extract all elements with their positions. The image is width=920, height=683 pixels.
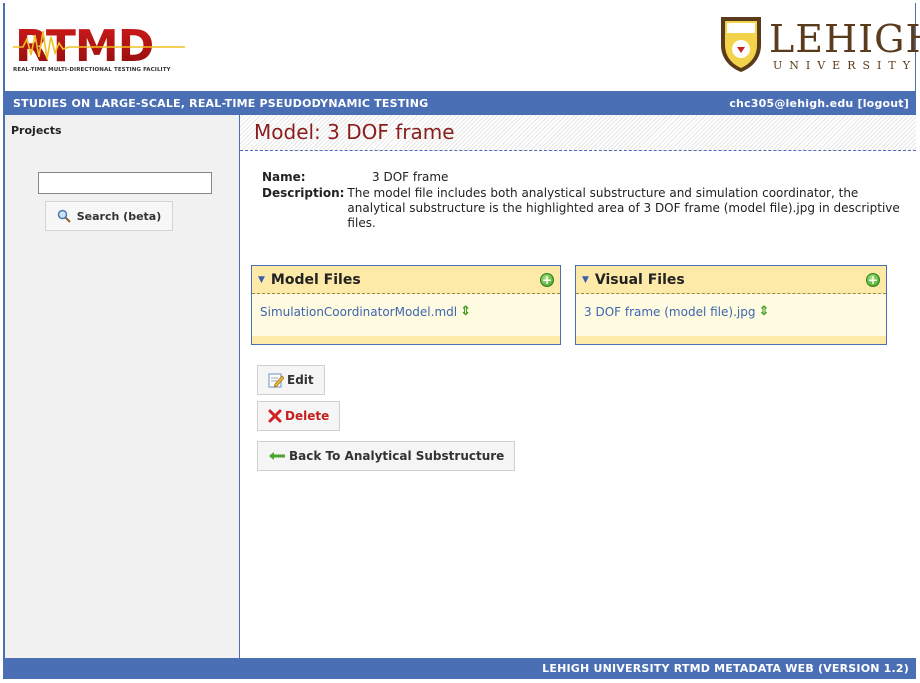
- sidebar: Projects Search (beta): [5, 115, 240, 658]
- reorder-arrows-icon[interactable]: ⇕: [460, 304, 471, 319]
- site-title: STUDIES ON LARGE-SCALE, REAL-TIME PSEUDO…: [13, 96, 429, 110]
- back-arrow-icon: [269, 452, 285, 460]
- search-button-label: Search (beta): [76, 209, 162, 223]
- reorder-arrows-icon[interactable]: ⇕: [758, 304, 769, 319]
- name-label: Name:: [262, 170, 306, 184]
- model-files-title: Model Files: [270, 271, 361, 288]
- visual-files-title: Visual Files: [594, 271, 685, 288]
- lehigh-shield-icon: [721, 17, 761, 72]
- description-label: Description:: [262, 186, 345, 200]
- expand-triangle-icon[interactable]: ▼: [582, 275, 589, 285]
- visual-file-link[interactable]: 3 DOF frame (model file).jpg: [584, 305, 755, 319]
- site-header: RTMD REAL-TIME MULTI-DIRECTIONAL TESTING…: [5, 3, 920, 91]
- add-model-file-icon[interactable]: +: [540, 272, 554, 287]
- delete-x-icon: [268, 409, 282, 423]
- footer-text: LEHIGH UNIVERSITY RTMD METADATA WEB (VER…: [542, 662, 909, 675]
- user-info: chc305@lehigh.edu [logout]: [729, 97, 909, 110]
- top-bar: STUDIES ON LARGE-SCALE, REAL-TIME PSEUDO…: [5, 91, 915, 115]
- rtmd-subtitle: REAL-TIME MULTI-DIRECTIONAL TESTING FACI…: [13, 67, 171, 73]
- name-row: Name: 3 DOF frame: [262, 170, 902, 184]
- name-value: 3 DOF frame: [372, 170, 449, 184]
- visual-files-panel: ▼ Visual Files + 3 DOF frame (model file…: [575, 265, 887, 345]
- lehigh-name: LEHIGH: [769, 17, 920, 61]
- model-files-panel: ▼ Model Files + SimulationCoordinatorMod…: [251, 265, 561, 345]
- search-input[interactable]: [38, 172, 212, 194]
- back-button-label: Back To Analytical Substructure: [289, 449, 505, 463]
- model-files-list: SimulationCoordinatorModel.mdl ⇕: [252, 294, 560, 319]
- lehigh-university: UNIVERSITY: [773, 59, 917, 72]
- main-content: Model: 3 DOF frame Name: 3 DOF frame Des…: [240, 115, 916, 658]
- expand-triangle-icon[interactable]: ▼: [258, 275, 265, 285]
- app-frame: RTMD REAL-TIME MULTI-DIRECTIONAL TESTING…: [3, 3, 920, 679]
- model-file-link[interactable]: SimulationCoordinatorModel.mdl: [260, 305, 457, 319]
- delete-button-label: Delete: [285, 409, 330, 423]
- user-email: chc305@lehigh.edu: [729, 96, 854, 110]
- panel-footer: [252, 336, 560, 344]
- page-title: Model: 3 DOF frame: [240, 115, 916, 151]
- description-value: The model file includes both analystical…: [347, 186, 900, 230]
- description-row: Description: The model file includes bot…: [262, 186, 902, 231]
- search-button[interactable]: Search (beta): [45, 201, 173, 231]
- edit-button-label: Edit: [287, 373, 314, 387]
- visual-files-header[interactable]: ▼ Visual Files +: [576, 266, 886, 294]
- add-visual-file-icon[interactable]: +: [866, 272, 880, 287]
- model-files-header[interactable]: ▼ Model Files +: [252, 266, 560, 294]
- search-icon: [57, 209, 71, 223]
- edit-icon: [268, 373, 284, 388]
- delete-button[interactable]: Delete: [257, 401, 341, 431]
- lehigh-logo[interactable]: LEHIGH UNIVERSITY: [719, 13, 920, 81]
- edit-button[interactable]: Edit: [257, 365, 325, 395]
- panel-footer: [576, 336, 886, 344]
- model-info: Name: 3 DOF frame Description: The model…: [262, 170, 902, 233]
- sidebar-title: Projects: [11, 124, 62, 137]
- back-button[interactable]: Back To Analytical Substructure: [257, 441, 516, 471]
- visual-files-list: 3 DOF frame (model file).jpg ⇕: [576, 294, 886, 319]
- logout-link[interactable]: [logout]: [857, 97, 909, 110]
- footer: LEHIGH UNIVERSITY RTMD METADATA WEB (VER…: [5, 658, 915, 679]
